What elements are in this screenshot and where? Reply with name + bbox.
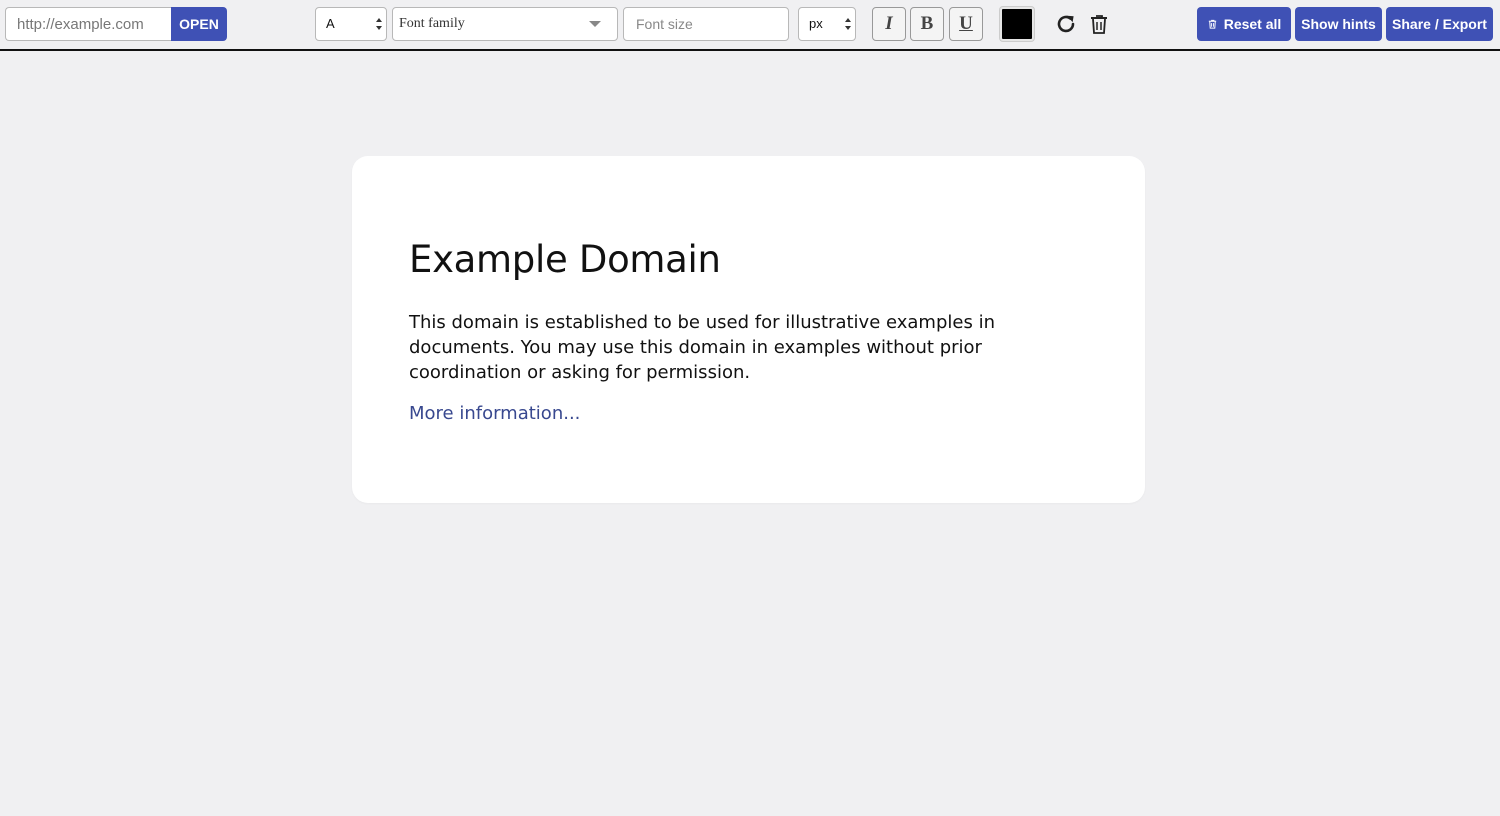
reset-all-button[interactable]: Reset all	[1197, 7, 1291, 41]
reset-all-label: Reset all	[1223, 16, 1282, 32]
more-information-link[interactable]: More information...	[409, 403, 580, 424]
share-export-label: Share / Export	[1392, 16, 1487, 32]
undo-icon[interactable]	[1054, 12, 1078, 36]
editor-toolbar: OPEN A Font family px I B U	[0, 0, 1500, 51]
trash-icon[interactable]	[1087, 12, 1111, 36]
share-export-button[interactable]: Share / Export	[1386, 7, 1493, 41]
italic-button[interactable]: I	[872, 7, 906, 41]
font-family-value: Font family	[399, 16, 465, 31]
show-hints-button[interactable]: Show hints	[1295, 7, 1382, 41]
page-description: This domain is established to be used fo…	[409, 312, 995, 383]
select-arrows-icon	[845, 16, 851, 32]
chevron-down-icon	[589, 21, 601, 27]
url-input[interactable]	[5, 7, 171, 41]
select-arrows-icon	[376, 16, 382, 32]
element-select[interactable]: A	[315, 7, 387, 41]
underline-button[interactable]: U	[949, 7, 983, 41]
page-title: Example Domain	[409, 238, 721, 281]
trash-icon	[1208, 19, 1216, 29]
content-card: Example Domain This domain is establishe…	[352, 156, 1145, 503]
open-button[interactable]: OPEN	[171, 7, 227, 41]
show-hints-label: Show hints	[1301, 16, 1376, 32]
unit-select[interactable]: px	[798, 7, 856, 41]
font-family-select[interactable]: Font family	[392, 7, 618, 41]
element-select-value: A	[326, 16, 335, 31]
text-color-swatch[interactable]	[1000, 7, 1034, 41]
font-size-input[interactable]	[623, 7, 789, 41]
bold-button[interactable]: B	[910, 7, 944, 41]
unit-select-value: px	[809, 16, 823, 31]
